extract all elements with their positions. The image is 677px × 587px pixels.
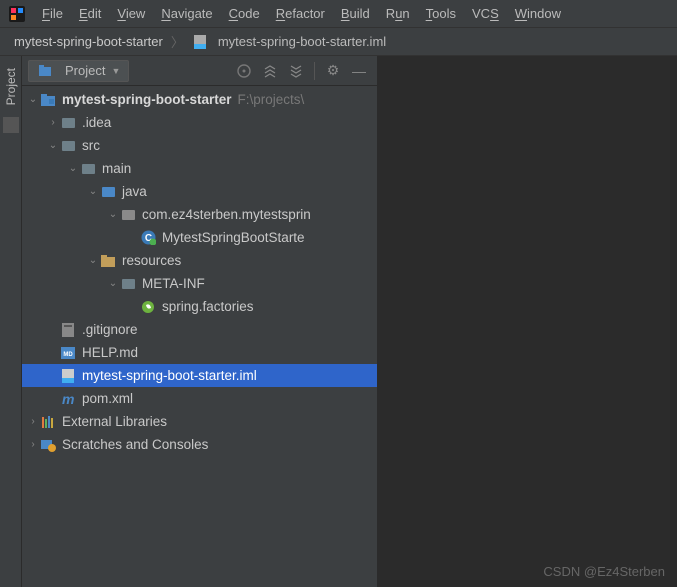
- libraries-icon: [40, 414, 56, 430]
- editor-area: [378, 56, 677, 587]
- project-panel: Project ▼ ⚙ — ⌄ mytest-spring-boot-start…: [22, 56, 378, 587]
- scratches-icon: [40, 437, 56, 453]
- locate-icon[interactable]: [236, 63, 252, 79]
- menu-window[interactable]: Window: [507, 6, 569, 21]
- chevron-right-icon[interactable]: ›: [26, 416, 40, 427]
- menu-vcs[interactable]: VCS: [464, 6, 507, 21]
- minimize-icon[interactable]: —: [351, 63, 367, 79]
- folder-icon: [60, 115, 76, 131]
- iml-file-icon: [60, 368, 76, 384]
- tree-idea[interactable]: › .idea: [22, 111, 377, 134]
- tree-external-libraries[interactable]: › External Libraries: [22, 410, 377, 433]
- project-view-dropdown[interactable]: Project ▼: [28, 60, 129, 82]
- tree-factories[interactable]: spring.factories: [22, 295, 377, 318]
- menu-code[interactable]: Code: [221, 6, 268, 21]
- panel-header: Project ▼ ⚙ —: [22, 56, 377, 86]
- breadcrumb: mytest-spring-boot-starter 〉 mytest-spri…: [0, 28, 677, 56]
- resources-folder-icon: [100, 253, 116, 269]
- chevron-down-icon[interactable]: ⌄: [26, 94, 40, 105]
- gitignore-icon: [60, 322, 76, 338]
- menubar: File Edit View Navigate Code Refactor Bu…: [0, 0, 677, 28]
- breadcrumb-separator-icon: 〉: [171, 32, 184, 51]
- tree-root[interactable]: ⌄ mytest-spring-boot-starter F:\projects…: [22, 88, 377, 111]
- maven-icon: m: [60, 391, 76, 407]
- svg-text:MD: MD: [63, 352, 73, 358]
- tree-package[interactable]: ⌄ com.ez4sterben.mytestsprin: [22, 203, 377, 226]
- left-gutter: Project: [0, 56, 22, 587]
- breadcrumb-root[interactable]: mytest-spring-boot-starter: [14, 34, 163, 49]
- iml-file-icon: [192, 34, 208, 50]
- tree-java[interactable]: ⌄ java: [22, 180, 377, 203]
- toolbar-divider: [314, 62, 315, 80]
- markdown-icon: MD: [60, 345, 76, 361]
- watermark: CSDN @Ez4Sterben: [543, 564, 665, 579]
- class-icon: C: [140, 230, 156, 246]
- tree-resources[interactable]: ⌄ resources: [22, 249, 377, 272]
- source-folder-icon: [100, 184, 116, 200]
- tree-gitignore[interactable]: .gitignore: [22, 318, 377, 341]
- tree-main[interactable]: ⌄ main: [22, 157, 377, 180]
- tree-src[interactable]: ⌄ src: [22, 134, 377, 157]
- tree-metainf[interactable]: ⌄ META-INF: [22, 272, 377, 295]
- expand-all-icon[interactable]: [262, 63, 278, 79]
- chevron-down-icon: ▼: [111, 66, 120, 76]
- chevron-right-icon[interactable]: ›: [26, 439, 40, 450]
- tree-pom[interactable]: m pom.xml: [22, 387, 377, 410]
- svg-text:m: m: [62, 392, 74, 406]
- chevron-down-icon[interactable]: ⌄: [46, 140, 60, 151]
- spring-file-icon: [140, 299, 156, 315]
- menu-view[interactable]: View: [109, 6, 153, 21]
- chevron-right-icon[interactable]: ›: [46, 117, 60, 128]
- tree-scratches[interactable]: › Scratches and Consoles: [22, 433, 377, 456]
- menu-edit[interactable]: Edit: [71, 6, 109, 21]
- tree-iml[interactable]: mytest-spring-boot-starter.iml: [22, 364, 377, 387]
- chevron-down-icon[interactable]: ⌄: [106, 209, 120, 220]
- menu-refactor[interactable]: Refactor: [268, 6, 333, 21]
- sidebar-tab-project[interactable]: Project: [4, 62, 18, 111]
- package-icon: [120, 207, 136, 223]
- app-icon: [8, 5, 26, 23]
- menu-file[interactable]: File: [34, 6, 71, 21]
- breadcrumb-file[interactable]: mytest-spring-boot-starter.iml: [192, 34, 386, 50]
- menu-navigate[interactable]: Navigate: [153, 6, 220, 21]
- menu-run[interactable]: Run: [378, 6, 418, 21]
- chevron-down-icon[interactable]: ⌄: [86, 255, 100, 266]
- project-icon: [37, 63, 53, 79]
- sidebar-tool-icon[interactable]: [3, 117, 19, 133]
- tree-helpmd[interactable]: MD HELP.md: [22, 341, 377, 364]
- chevron-down-icon[interactable]: ⌄: [66, 163, 80, 174]
- collapse-all-icon[interactable]: [288, 63, 304, 79]
- project-tree: ⌄ mytest-spring-boot-starter F:\projects…: [22, 86, 377, 587]
- chevron-down-icon[interactable]: ⌄: [86, 186, 100, 197]
- gear-icon[interactable]: ⚙: [325, 63, 341, 79]
- module-icon: [40, 92, 56, 108]
- menu-build[interactable]: Build: [333, 6, 378, 21]
- folder-icon: [120, 276, 136, 292]
- chevron-down-icon[interactable]: ⌄: [106, 278, 120, 289]
- folder-icon: [80, 161, 96, 177]
- menu-tools[interactable]: Tools: [418, 6, 464, 21]
- folder-icon: [60, 138, 76, 154]
- tree-class[interactable]: C MytestSpringBootStarte: [22, 226, 377, 249]
